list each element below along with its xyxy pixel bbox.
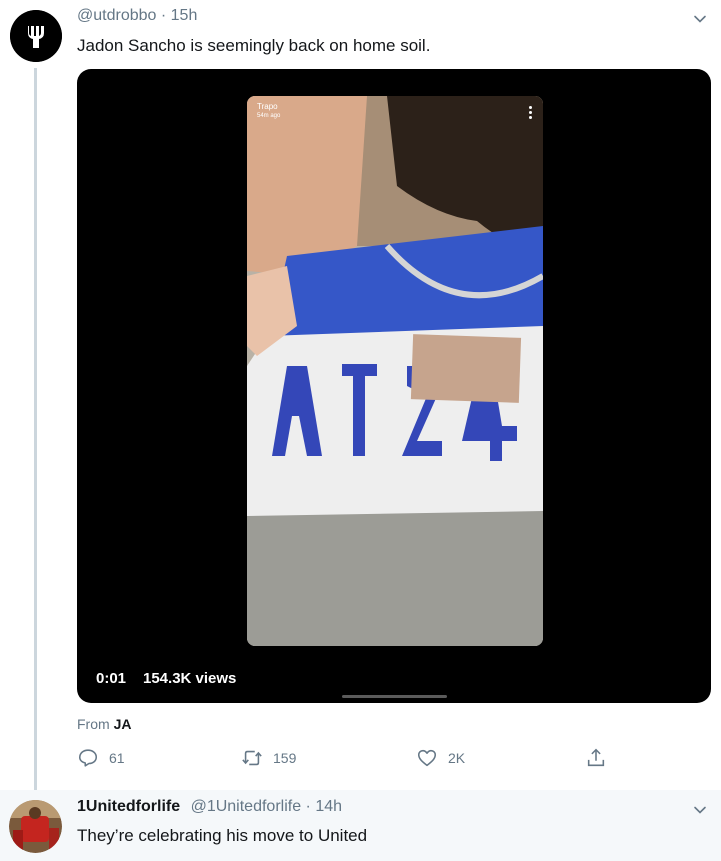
tweet-text: Jadon Sancho is seemingly back on home s… (77, 36, 431, 55)
reply-count: 61 (109, 750, 125, 766)
thread-line (34, 68, 37, 790)
more-options-icon (529, 106, 533, 121)
like-button[interactable]: 2K (416, 746, 465, 770)
tweet-header: @utdrobbo · 15h (77, 7, 197, 25)
separator: · (160, 7, 167, 24)
like-count: 2K (448, 750, 466, 766)
video-player[interactable]: Trapo 54m ago 0:01 154.3K views (77, 69, 711, 703)
tweet[interactable]: @utdrobbo · 15h Jadon Sancho is seemingl… (0, 0, 721, 790)
heart-icon (417, 749, 437, 767)
snap-username: Trapo (257, 102, 278, 111)
trident-icon (10, 10, 62, 62)
avatar[interactable] (9, 800, 62, 853)
media-source: From JA (77, 716, 131, 732)
video-still-image (247, 96, 543, 646)
avatar-photo (9, 800, 62, 853)
from-value[interactable]: JA (114, 716, 132, 732)
video-progress-bar[interactable] (342, 695, 447, 698)
video-views: 154.3K views (143, 670, 237, 687)
reply-button[interactable]: 61 (77, 746, 125, 770)
from-label: From (77, 716, 110, 732)
reply-icon (78, 749, 98, 767)
share-button[interactable] (585, 746, 617, 770)
retweet-icon (242, 750, 262, 766)
retweet-button[interactable]: 159 (241, 746, 296, 770)
chevron-down-icon[interactable] (693, 803, 707, 817)
tweet-text: They’re celebrating his move to United (77, 826, 368, 845)
timestamp[interactable]: 14h (315, 798, 342, 815)
timestamp[interactable]: 15h (171, 7, 198, 24)
retweet-count: 159 (273, 750, 297, 766)
user-handle[interactable]: @utdrobbo (77, 7, 156, 24)
snap-timestamp: 54m ago (257, 113, 281, 119)
separator: · (305, 798, 311, 815)
tweet-header: 1Unitedforlife @1Unitedforlife · 14h (77, 798, 342, 816)
avatar[interactable] (10, 10, 62, 62)
share-icon (587, 748, 605, 767)
video-frame: Trapo 54m ago (247, 96, 543, 646)
chevron-down-icon[interactable] (693, 12, 707, 26)
display-name[interactable]: 1Unitedforlife (77, 798, 180, 815)
video-time: 0:01 (96, 670, 127, 687)
user-handle[interactable]: @1Unitedforlife (191, 798, 302, 815)
